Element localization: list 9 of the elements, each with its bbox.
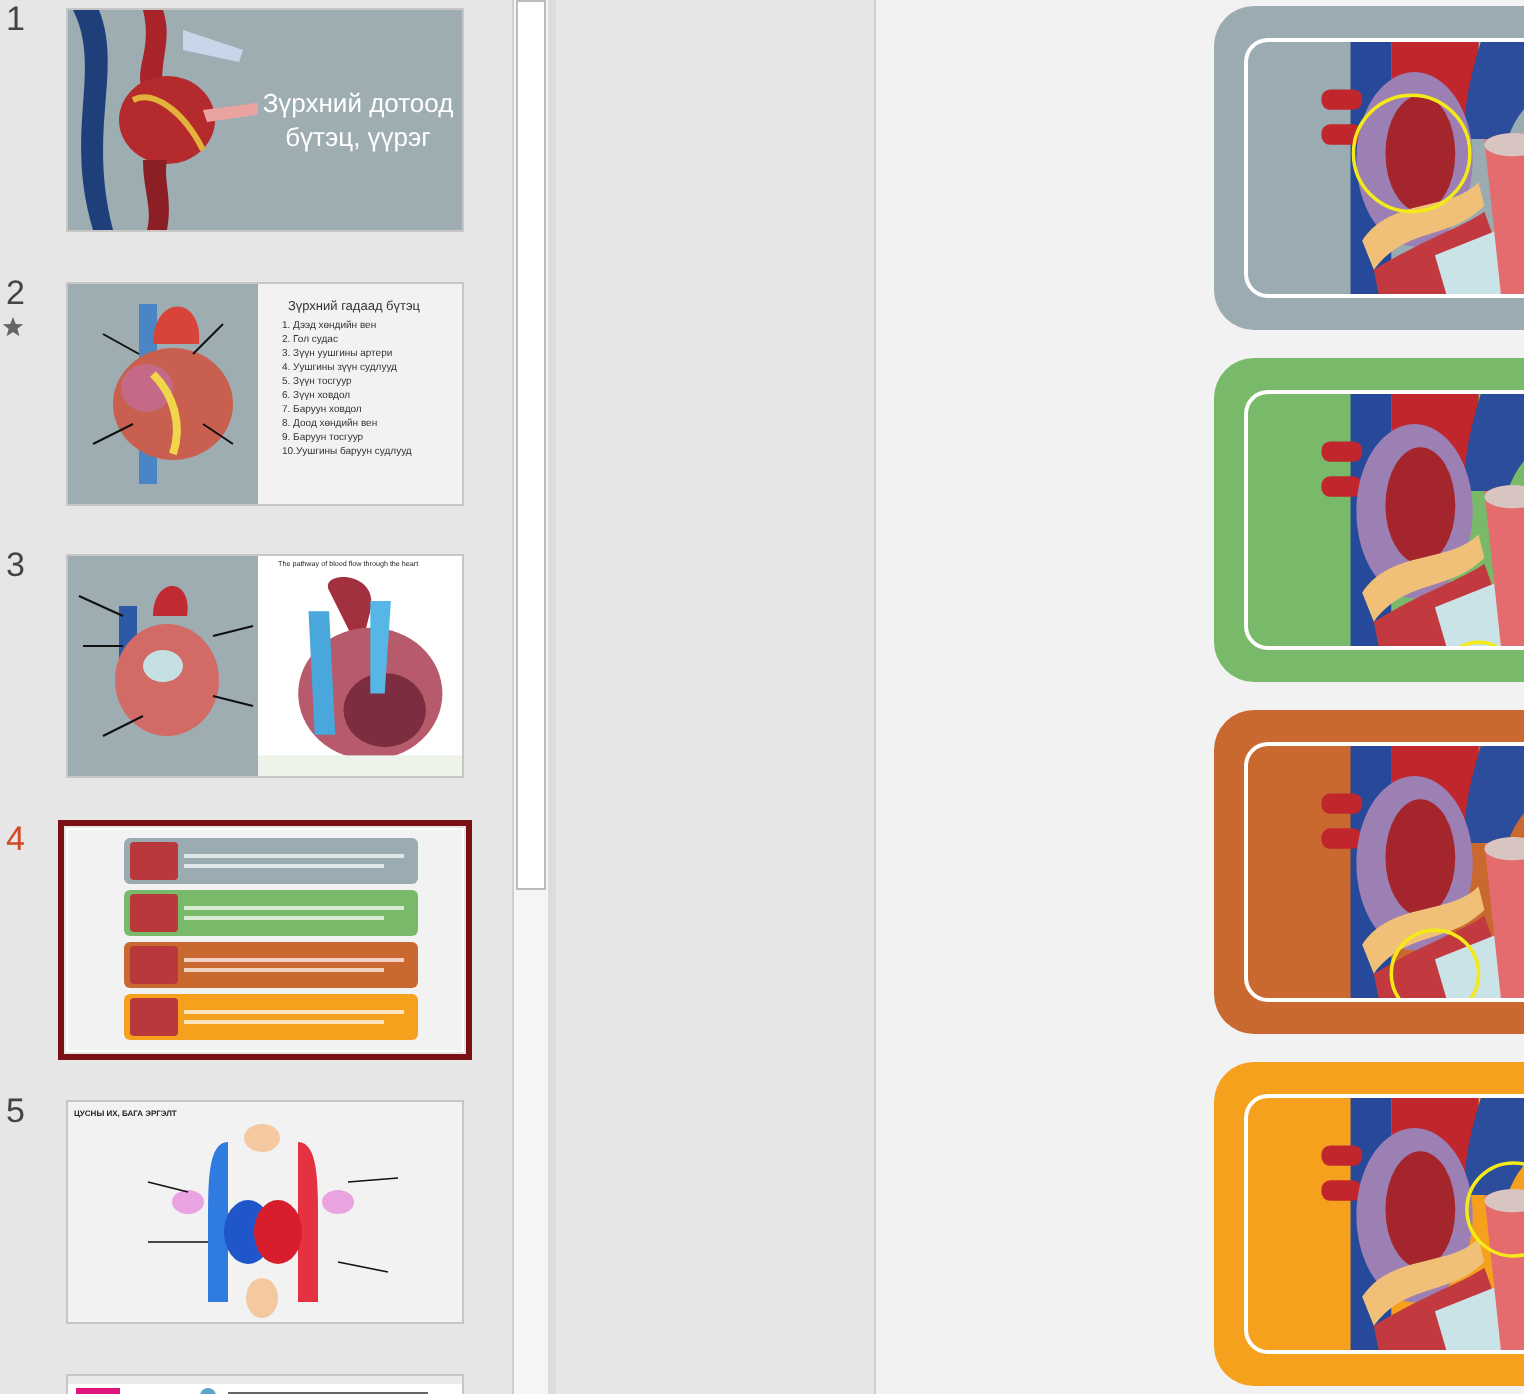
- slide-number: 2: [6, 273, 25, 314]
- scrollbar-thumb[interactable]: [516, 0, 546, 890]
- slide-thumbnail[interactable]: [66, 281, 464, 506]
- scrollbar[interactable]: [512, 0, 548, 1394]
- slide-number: 4: [6, 819, 25, 860]
- slide-number: 5: [6, 1092, 25, 1133]
- slide-number: 3: [6, 546, 25, 587]
- slide-title: Зүрхний дотоод бүтэц, үүрэг: [260, 86, 456, 154]
- slide-number: 1: [6, 0, 25, 40]
